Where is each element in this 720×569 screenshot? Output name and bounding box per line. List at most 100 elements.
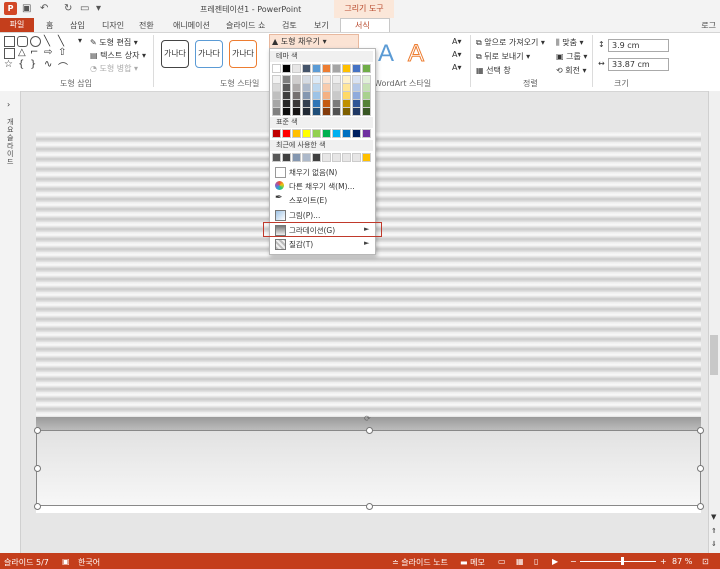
expand-panel-icon[interactable]: ›	[7, 100, 10, 109]
zoom-in-icon[interactable]: +	[660, 557, 667, 566]
recent-color-swatch[interactable]	[352, 153, 361, 162]
shape-style-2[interactable]: 가나다	[195, 40, 223, 68]
vertical-scrollbar[interactable]	[708, 91, 720, 553]
theme-shade-swatch[interactable]	[292, 75, 301, 84]
theme-shade-swatch[interactable]	[302, 91, 311, 100]
recent-color-swatch[interactable]	[342, 153, 351, 162]
standard-color-swatch[interactable]	[302, 129, 311, 138]
height-field[interactable]: 3.9 cm	[608, 39, 669, 52]
theme-shade-swatch[interactable]	[342, 107, 351, 116]
textbox-shape-icon[interactable]	[4, 48, 15, 59]
menu-item-texture[interactable]: 질감(T)	[289, 239, 313, 250]
recent-color-swatch[interactable]	[362, 153, 371, 162]
tab-transitions[interactable]: 전환	[139, 20, 154, 31]
group-button[interactable]: ▣ 그룹 ▾	[556, 51, 587, 62]
theme-shade-swatch[interactable]	[292, 99, 301, 108]
text-outline-icon[interactable]: A▾	[452, 50, 462, 59]
standard-color-swatch[interactable]	[362, 129, 371, 138]
theme-shade-swatch[interactable]	[272, 75, 281, 84]
oval-shape-icon[interactable]	[30, 36, 41, 47]
align-button[interactable]: ⫼ 맞춤 ▾	[556, 37, 584, 48]
theme-shade-swatch[interactable]	[282, 83, 291, 92]
theme-shade-swatch[interactable]	[352, 75, 361, 84]
menu-item-more-fill-colors[interactable]: 다른 채우기 색(M)...	[289, 181, 355, 192]
rounded-rect-shape-icon[interactable]	[17, 36, 28, 47]
theme-shade-swatch[interactable]	[362, 99, 371, 108]
theme-shade-swatch[interactable]	[362, 75, 371, 84]
theme-color-swatch[interactable]	[292, 64, 301, 73]
recent-color-swatch[interactable]	[272, 153, 281, 162]
theme-shade-swatch[interactable]	[292, 91, 301, 100]
resize-handle-bottom-center[interactable]	[366, 503, 373, 510]
next-slide-icon[interactable]: ⇓	[711, 540, 717, 548]
recent-color-swatch[interactable]	[292, 153, 301, 162]
theme-shade-swatch[interactable]	[322, 75, 331, 84]
theme-shade-swatch[interactable]	[362, 83, 371, 92]
theme-color-swatch[interactable]	[342, 64, 351, 73]
theme-shade-swatch[interactable]	[362, 107, 371, 116]
arrow-line-shape-icon[interactable]: ╲	[58, 36, 64, 47]
shape-style-3[interactable]: 가나다	[229, 40, 257, 68]
tab-insert[interactable]: 삽입	[70, 20, 85, 31]
resize-handle-top-right[interactable]	[697, 427, 704, 434]
text-fill-icon[interactable]: A▾	[452, 37, 462, 46]
theme-color-swatch[interactable]	[272, 64, 281, 73]
theme-shade-swatch[interactable]	[292, 83, 301, 92]
rotate-handle-icon[interactable]: ⟳	[364, 414, 371, 423]
theme-color-swatch[interactable]	[352, 64, 361, 73]
resize-handle-bottom-right[interactable]	[697, 503, 704, 510]
recent-color-swatch[interactable]	[302, 153, 311, 162]
normal-view-icon[interactable]: ▭	[498, 557, 506, 566]
slide-sorter-icon[interactable]: ▦	[516, 557, 524, 566]
theme-shade-swatch[interactable]	[332, 91, 341, 100]
freeform-shape-icon[interactable]: ∿	[44, 59, 52, 70]
standard-color-swatch[interactable]	[322, 129, 331, 138]
standard-color-swatch[interactable]	[272, 129, 281, 138]
theme-shade-swatch[interactable]	[282, 107, 291, 116]
wordart-style-1[interactable]: A	[378, 40, 394, 68]
theme-shade-swatch[interactable]	[322, 99, 331, 108]
triangle-shape-icon[interactable]: △	[18, 47, 26, 58]
theme-shade-swatch[interactable]	[312, 107, 321, 116]
fit-slide-icon[interactable]: ⊡	[702, 557, 709, 566]
spellcheck-icon[interactable]: ▣	[62, 557, 70, 566]
rectangle-shape-icon[interactable]	[4, 36, 15, 47]
text-box-button[interactable]: ▤ 텍스트 상자 ▾	[90, 50, 146, 61]
outline-slides-label[interactable]: 개요슬라이드	[7, 118, 15, 166]
theme-shade-swatch[interactable]	[332, 107, 341, 116]
resize-handle-middle-right[interactable]	[697, 465, 704, 472]
slideshow-view-icon[interactable]: ▶	[552, 557, 558, 566]
resize-handle-middle-left[interactable]	[34, 465, 41, 472]
theme-shade-swatch[interactable]	[302, 83, 311, 92]
arrow-right-shape-icon[interactable]: ⇨	[44, 47, 52, 58]
bring-forward-button[interactable]: ⧉ 앞으로 가져오기 ▾	[476, 37, 545, 48]
standard-color-swatch[interactable]	[292, 129, 301, 138]
tab-view[interactable]: 보기	[314, 20, 329, 31]
recent-color-swatch[interactable]	[332, 153, 341, 162]
zoom-level[interactable]: 87 %	[672, 557, 692, 566]
tab-file[interactable]: 파일	[0, 18, 34, 32]
curve-shape-icon[interactable]: ⌒	[58, 59, 68, 74]
theme-shade-swatch[interactable]	[362, 91, 371, 100]
scrollbar-thumb[interactable]	[710, 335, 718, 375]
tab-home[interactable]: 홈	[46, 20, 53, 31]
theme-shade-swatch[interactable]	[282, 75, 291, 84]
theme-shade-swatch[interactable]	[332, 99, 341, 108]
theme-shade-swatch[interactable]	[272, 107, 281, 116]
theme-shade-swatch[interactable]	[352, 99, 361, 108]
theme-color-swatch[interactable]	[282, 64, 291, 73]
theme-shade-swatch[interactable]	[282, 91, 291, 100]
theme-color-swatch[interactable]	[362, 64, 371, 73]
tab-format[interactable]: 서식	[355, 20, 370, 31]
tab-review[interactable]: 검토	[282, 20, 297, 31]
theme-color-swatch[interactable]	[332, 64, 341, 73]
start-slideshow-icon[interactable]: ▭	[80, 3, 89, 14]
customize-quick-access-icon[interactable]: ▾	[96, 3, 101, 14]
prev-slide-icon[interactable]: ⇑	[711, 527, 717, 535]
menu-item-eyedropper[interactable]: 스포이트(E)	[289, 195, 327, 206]
theme-shade-swatch[interactable]	[322, 107, 331, 116]
theme-color-swatch[interactable]	[312, 64, 321, 73]
rotate-button[interactable]: ⟲ 회전 ▾	[556, 65, 587, 76]
bracket-shape-icon[interactable]: ⌐	[30, 47, 38, 58]
zoom-slider-thumb[interactable]	[621, 557, 624, 565]
